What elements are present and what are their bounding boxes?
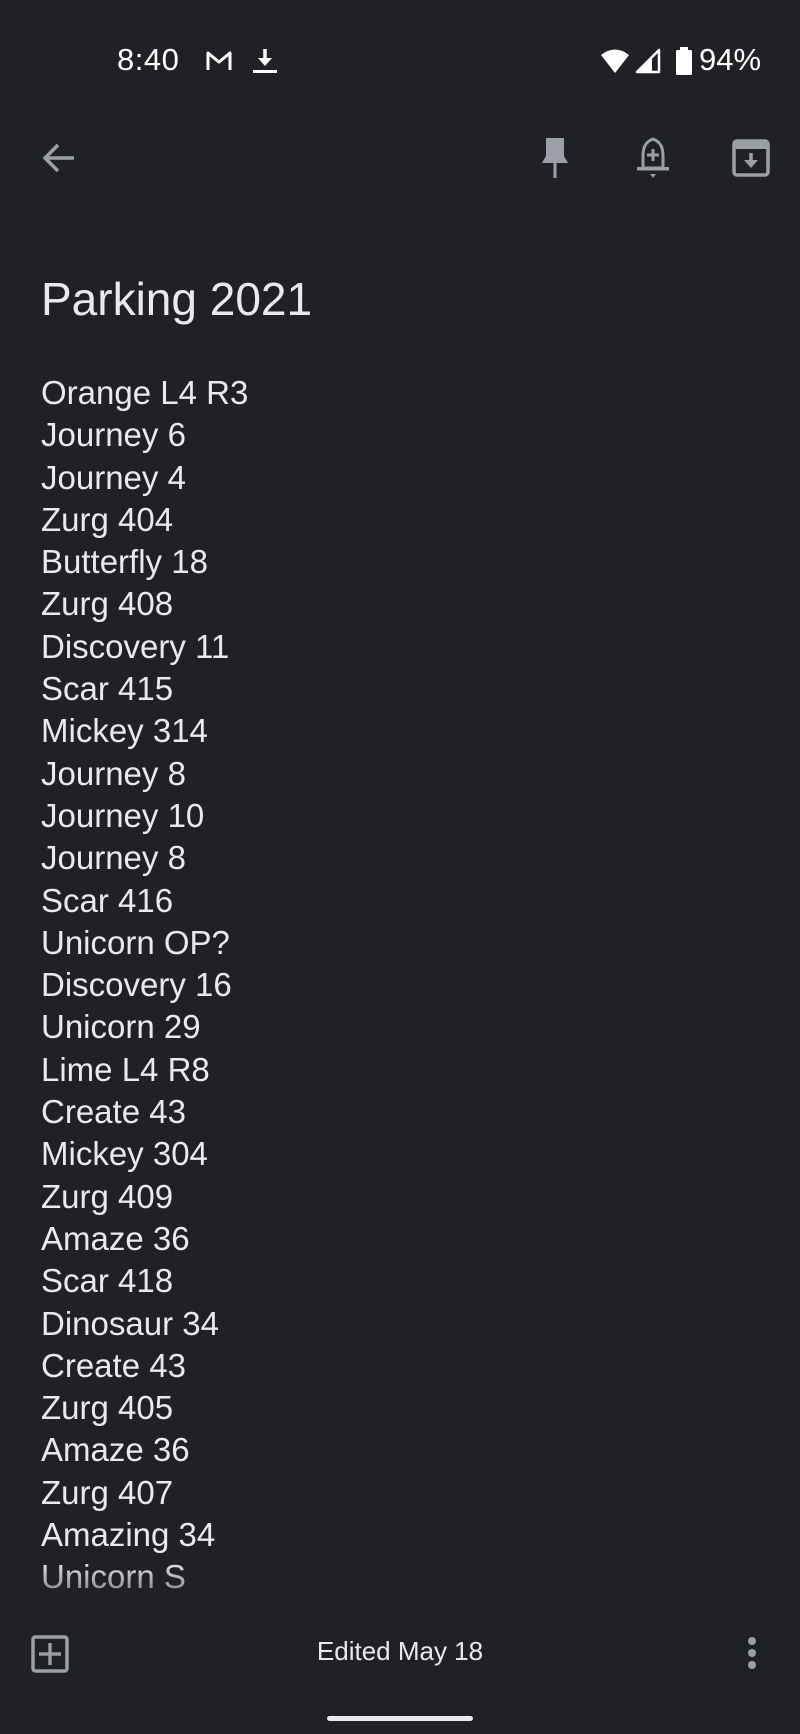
archive-icon	[732, 139, 770, 177]
note-line[interactable]: Discovery 11	[41, 626, 761, 668]
add-reminder-button[interactable]	[623, 128, 683, 188]
download-icon	[253, 49, 277, 73]
note-line[interactable]: Discovery 16	[41, 964, 761, 1006]
note-line[interactable]: Journey 10	[41, 795, 761, 837]
note-line[interactable]: Lime L4 R8	[41, 1049, 761, 1091]
note-line[interactable]: Butterfly 18	[41, 541, 761, 583]
note-line[interactable]: Journey 4	[41, 457, 761, 499]
edited-timestamp: Edited May 18	[316, 1636, 484, 1666]
note-line[interactable]: Amazing 34	[41, 1514, 761, 1556]
note-line[interactable]: Zurg 408	[41, 583, 761, 625]
arrow-back-icon	[42, 143, 74, 173]
battery-percent: 94%	[699, 42, 762, 77]
note-title[interactable]: Parking 2021	[41, 272, 312, 326]
note-line[interactable]: Scar 418	[41, 1260, 761, 1302]
note-line[interactable]: Dinosaur 34	[41, 1303, 761, 1345]
bottom-bar: Edited May 18	[0, 1610, 800, 1700]
note-line[interactable]: Amaze 36	[41, 1218, 761, 1260]
note-line[interactable]: Unicorn OP?	[41, 922, 761, 964]
cellular-signal-icon	[635, 48, 661, 74]
note-line[interactable]: Journey 6	[41, 414, 761, 456]
pin-button[interactable]	[525, 128, 585, 188]
battery-icon	[676, 47, 692, 75]
add-reminder-icon	[637, 137, 669, 178]
archive-button[interactable]	[721, 128, 781, 188]
note-line[interactable]: Mickey 314	[41, 710, 761, 752]
wifi-icon	[601, 49, 629, 73]
more-vert-icon	[748, 1637, 756, 1669]
gesture-nav-handle[interactable]	[327, 1716, 473, 1721]
gmail-icon	[206, 51, 232, 70]
note-line[interactable]: Scar 415	[41, 668, 761, 710]
status-bar: 8:40 94%	[0, 0, 800, 110]
note-toolbar	[0, 110, 800, 210]
note-body[interactable]: Orange L4 R3 Journey 6 Journey 4 Zurg 404 Bu…	[41, 372, 761, 1602]
note-line[interactable]: Journey 8	[41, 753, 761, 795]
note-line[interactable]: Create 43	[41, 1091, 761, 1133]
note-line[interactable]: Zurg 407	[41, 1472, 761, 1514]
note-line[interactable]: Unicorn 29	[41, 1006, 761, 1048]
note-line[interactable]: Zurg 405	[41, 1387, 761, 1429]
note-line[interactable]: Create 43	[41, 1345, 761, 1387]
note-line[interactable]: Mickey 304	[41, 1133, 761, 1175]
note-line[interactable]: Journey 8	[41, 837, 761, 879]
status-time: 8:40	[117, 42, 180, 77]
note-line[interactable]: Zurg 404	[41, 499, 761, 541]
note-line[interactable]: Scar 416	[41, 880, 761, 922]
note-line[interactable]: Orange L4 R3	[41, 372, 761, 414]
note-line[interactable]: Zurg 409	[41, 1176, 761, 1218]
back-button[interactable]	[28, 128, 88, 188]
pin-icon	[542, 138, 568, 178]
scroll-fade	[0, 1560, 800, 1610]
note-line[interactable]: Amaze 36	[41, 1429, 761, 1471]
more-options-button[interactable]	[722, 1624, 782, 1684]
